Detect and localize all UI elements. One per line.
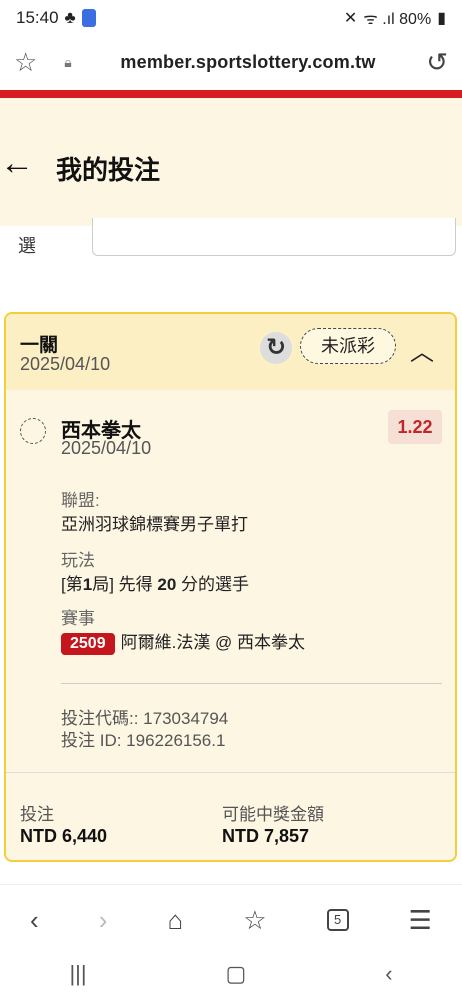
- forward-icon[interactable]: ›: [99, 905, 108, 936]
- bet-date: 2025/04/10: [20, 354, 111, 374]
- brand-accent-bar: [0, 90, 462, 98]
- league-label: 聯盟:: [61, 491, 100, 510]
- home-button-icon[interactable]: ▢: [226, 961, 247, 987]
- bet-card-header[interactable]: 一關 2025/04/10 ↻ 未派彩 ︿: [6, 314, 455, 390]
- bet-id: 投注 ID: 196226156.1: [61, 731, 226, 750]
- browser-toolbar: ‹ › ⌂ ☆ 5 ☰: [0, 892, 462, 948]
- page-header: ← 我的投注: [0, 98, 462, 226]
- refresh-icon[interactable]: ↻: [260, 332, 292, 364]
- system-back-icon[interactable]: ‹: [385, 961, 392, 987]
- selection-date: 2025/04/10: [61, 438, 152, 458]
- status-right-text: ᯤ .ıl 80%: [363, 11, 432, 28]
- tabs-icon[interactable]: 5: [326, 909, 349, 931]
- market-label: 玩法: [61, 551, 95, 570]
- menu-icon[interactable]: ☰: [409, 905, 432, 936]
- filter-row: 選: [0, 218, 462, 266]
- market-value: [第1局] 先得 20 分的選手: [61, 575, 250, 594]
- browser-url-bar: ☆ 🔒︎ member.sportslottery.com.tw ↺: [0, 36, 462, 88]
- system-nav-bar: ||| ▢ ‹: [0, 952, 462, 996]
- home-icon[interactable]: ⌂: [167, 905, 183, 936]
- nav-divider: [0, 884, 462, 885]
- back-icon[interactable]: ‹: [30, 905, 39, 936]
- status-bar: 15:40 ♣ ✕ ᯤ .ıl 80% ▮: [0, 0, 462, 36]
- payout-label: 可能中獎金額: [222, 805, 324, 824]
- status-time: 15:40: [16, 8, 59, 27]
- recent-apps-icon[interactable]: |||: [69, 961, 86, 987]
- bookmarks-icon[interactable]: ☆: [243, 905, 266, 936]
- secure-lock-icon[interactable]: 🔒︎: [48, 54, 88, 71]
- payout-value: NTD 7,857: [222, 826, 310, 846]
- mute-icon: ✕: [343, 10, 358, 27]
- event-name: 阿爾維.法漢 @ 西本拳太: [120, 633, 306, 652]
- reload-icon[interactable]: ↺: [408, 47, 448, 78]
- lock-app-icon: [81, 9, 96, 27]
- bet-card: 一關 2025/04/10 ↻ 未派彩 ︿ 西本拳太 2025/04/10 1.…: [4, 312, 457, 862]
- page-title: 我的投注: [56, 155, 161, 185]
- event-label: 賽事: [61, 609, 95, 628]
- stake-value: NTD 6,440: [20, 826, 108, 846]
- status-badge: 未派彩: [300, 328, 396, 364]
- league-value: 亞洲羽球錦標賽男子單打: [61, 515, 248, 534]
- url-text[interactable]: member.sportslottery.com.tw: [88, 52, 408, 73]
- bet-tier: 一關: [20, 335, 59, 356]
- selection-status-icon: [20, 418, 46, 444]
- back-arrow-icon[interactable]: ←: [0, 146, 34, 180]
- battery-icon: ▮: [437, 10, 446, 27]
- chevron-up-icon[interactable]: ︿: [410, 332, 434, 367]
- filter-select[interactable]: [92, 218, 456, 256]
- odds-badge: 1.22: [388, 410, 442, 444]
- event-id-badge: 2509: [61, 633, 115, 655]
- event-value: 2509 阿爾維.法漢 @ 西本拳太: [61, 628, 305, 655]
- footer-divider: [6, 772, 455, 773]
- stake-label: 投注: [20, 805, 54, 824]
- bookmark-star-icon[interactable]: ☆: [14, 47, 48, 78]
- app-notification-icon: ♣: [64, 8, 76, 27]
- divider: [61, 683, 442, 684]
- filter-label: 選: [18, 236, 36, 256]
